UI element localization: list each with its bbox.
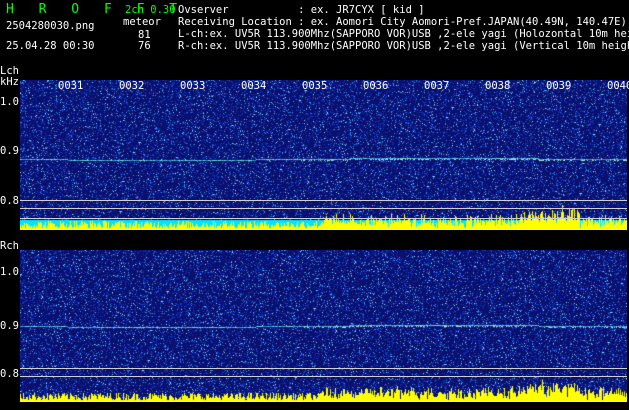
lch-ytick-3: 0.8 bbox=[0, 195, 19, 207]
lch-grid-line bbox=[20, 218, 627, 219]
rch-label: Rch bbox=[0, 240, 19, 252]
time-tick-label: 0033 bbox=[180, 80, 206, 92]
time-tick-label: 0038 bbox=[485, 80, 511, 92]
datetime-label: 25.04.28 00:30 bbox=[6, 40, 95, 52]
rch-spectrogram bbox=[20, 250, 627, 402]
time-tick-label: 0035 bbox=[302, 80, 328, 92]
meteor-count-r: 76 bbox=[138, 40, 151, 52]
rch-ytick-2: 0.9 bbox=[0, 320, 19, 332]
rch-desc-line: R-ch:ex. UV5R 113.900Mhz(SAPPORO VOR)USB… bbox=[178, 40, 629, 52]
filename-label: 2504280030.png bbox=[6, 20, 95, 32]
time-tick-label: 0034 bbox=[241, 80, 267, 92]
rch-ytick-3: 0.8 bbox=[0, 368, 19, 380]
time-tick-label: 0036 bbox=[363, 80, 389, 92]
time-tick-label: 0040 bbox=[607, 80, 629, 92]
lch-grid-line bbox=[20, 200, 627, 201]
time-tick-label: 0037 bbox=[424, 80, 450, 92]
lch-unit: kHz bbox=[0, 76, 19, 88]
time-tick-label: 0031 bbox=[58, 80, 84, 92]
lch-grid-line bbox=[20, 208, 627, 209]
rch-ytick-1: 1.0 bbox=[0, 266, 19, 278]
meteor-label: meteor bbox=[123, 16, 161, 28]
lch-spectrogram bbox=[20, 80, 627, 230]
time-tick-label: 0032 bbox=[119, 80, 145, 92]
time-tick-label: 0039 bbox=[546, 80, 572, 92]
rch-grid-line bbox=[20, 368, 627, 369]
rch-grid-line bbox=[20, 376, 627, 377]
lch-ytick-2: 0.9 bbox=[0, 145, 19, 157]
lch-ytick-1: 1.0 bbox=[0, 96, 19, 108]
